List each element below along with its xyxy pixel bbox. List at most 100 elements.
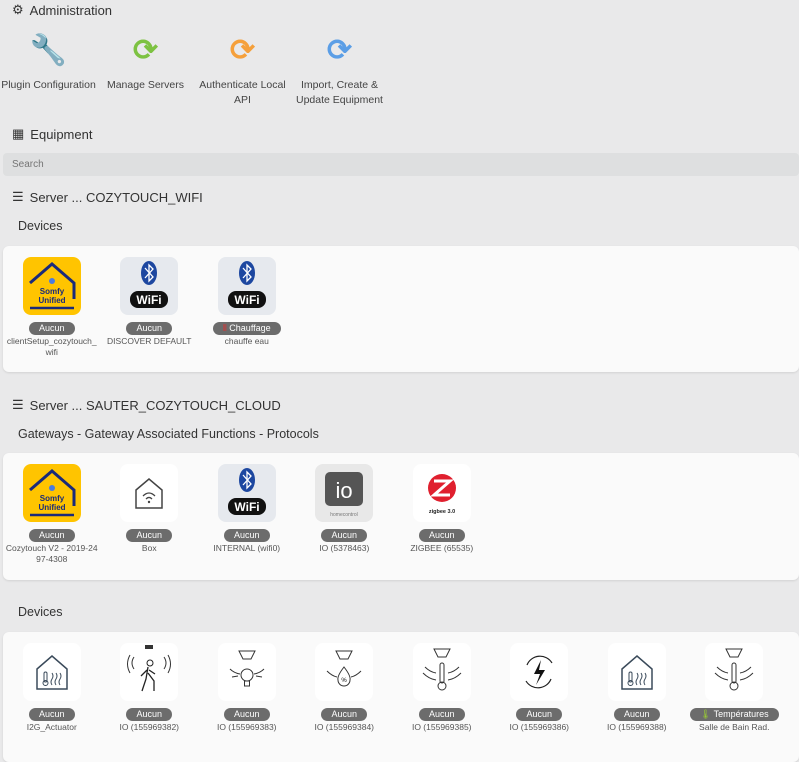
equipment-name: Cozytouch V2 - 2019-2497-4308	[5, 543, 98, 564]
server-icon: ☰	[12, 189, 24, 204]
humidity-sensor-icon: %	[315, 643, 374, 701]
wrench-icon: 🔧	[29, 33, 68, 67]
somfy-icon: Somfy Unified	[22, 464, 81, 522]
svg-text:WiFi: WiFi	[234, 500, 259, 514]
equipment-tile[interactable]: Somfy Unified Aucun clientSetup_cozytouch…	[3, 257, 101, 372]
io-icon: io homecontrol	[315, 464, 374, 522]
device-list: Somfy Unified Aucun clientSetup_cozytouch…	[3, 246, 799, 372]
category-badge: Aucun	[321, 529, 368, 542]
equipment-tile[interactable]: Aucun IO (155969382)	[101, 643, 199, 762]
category-badge: Aucun	[418, 529, 465, 542]
section-title: Gateways - Gateway Associated Functions …	[18, 427, 319, 441]
svg-text:homecontrol: homecontrol	[330, 512, 358, 518]
category-badge: Aucun	[126, 708, 173, 721]
equipment-tile[interactable]: io homecontrol Aucun IO (5378463)	[296, 464, 394, 580]
equipment-tile[interactable]: Aucun I2G_Actuator	[3, 643, 101, 762]
temp-sensor-icon	[705, 643, 764, 701]
equipment-tile[interactable]: WiFi Aucun DISCOVER DEFAULT	[101, 257, 199, 372]
equipment-name: IO (155969388)	[606, 722, 667, 732]
svg-text:Somfy: Somfy	[40, 494, 65, 503]
category-badge: Aucun	[321, 708, 368, 721]
equipment-tile[interactable]: % Aucun IO (155969384)	[296, 643, 394, 762]
import-equipment-button[interactable]: ⟳ Import, Create & Update Equipment	[291, 28, 388, 108]
category-badge: Aucun	[223, 708, 270, 721]
equipment-name: IO (5378463)	[319, 543, 370, 553]
light-sensor-icon	[217, 643, 276, 701]
category-badge: Aucun	[223, 529, 270, 542]
plugin-configuration-button[interactable]: 🔧 Plugin Configuration	[0, 28, 97, 108]
server-header: ☰ Server ... COZYTOUCH_WIFI	[12, 189, 203, 205]
equipment-tile[interactable]: zigbee 3.0 Aucun ZIGBEE (65535)	[393, 464, 491, 580]
section-title: Devices	[18, 605, 63, 619]
sync-icon: ⟳	[229, 33, 256, 67]
svg-text:WiFi: WiFi	[234, 293, 259, 307]
bt-wifi-icon: WiFi	[217, 464, 276, 522]
energy-icon	[510, 643, 569, 701]
search-input[interactable]	[3, 153, 799, 176]
equipment-name: DISCOVER DEFAULT	[107, 336, 192, 346]
equipment-tile[interactable]: WiFi Aucun INTERNAL (wifi0)	[198, 464, 296, 580]
heater-icon: ⦀	[222, 323, 227, 333]
equipment-tile[interactable]: 🌡 Températures Salle de Bain Rad.	[686, 643, 784, 762]
category-badge: Aucun	[126, 322, 173, 335]
server-header: ☰ Server ... SAUTER_COZYTOUCH_CLOUD	[12, 397, 281, 413]
equipment-name: ZIGBEE (65535)	[410, 543, 474, 553]
equipment-tile[interactable]: Aucun Box	[101, 464, 199, 580]
equipment-name: Box	[141, 543, 157, 553]
category-badge: Aucun	[613, 708, 660, 721]
category-badge: Aucun	[126, 529, 173, 542]
category-badge: 🌡 Températures	[689, 708, 779, 721]
bt-wifi-icon: WiFi	[217, 257, 276, 315]
gateway-list: Somfy Unified Aucun Cozytouch V2 - 2019-2…	[3, 453, 799, 580]
equipment-tile[interactable]: Aucun IO (155969385)	[393, 643, 491, 762]
administration-header: ⚙ Administration	[12, 2, 113, 18]
thermometer-icon: 🌡	[699, 709, 712, 719]
svg-text:zigbee 3.0: zigbee 3.0	[429, 509, 455, 515]
section-title: Devices	[18, 219, 63, 233]
svg-text:WiFi: WiFi	[137, 293, 162, 307]
equipment-name: IO (155969386)	[509, 722, 570, 732]
box-icon	[120, 464, 179, 522]
equipment-tile[interactable]: Somfy Unified Aucun Cozytouch V2 - 2019-2…	[3, 464, 101, 580]
category-badge: Aucun	[28, 322, 75, 335]
equipment-tile[interactable]: WiFi ⦀ Chauffage chauffe eau	[198, 257, 296, 372]
authenticate-local-api-button[interactable]: ⟳ Authenticate Local API	[194, 28, 291, 108]
category-badge: Aucun	[418, 708, 465, 721]
equipment-name: IO (155969382)	[119, 722, 180, 732]
equipment-name: clientSetup_cozytouch_wifi	[6, 336, 97, 357]
motion-icon	[120, 643, 179, 701]
svg-text:Unified: Unified	[38, 503, 65, 512]
svg-text:io: io	[336, 478, 353, 503]
house-heat-icon	[607, 643, 666, 701]
equipment-tile[interactable]: Aucun IO (155969386)	[491, 643, 589, 762]
equipment-tile[interactable]: Aucun IO (155969388)	[588, 643, 686, 762]
equipment-name: Salle de Bain Rad.	[699, 722, 770, 732]
server-icon: ☰	[12, 397, 24, 412]
equipment-name: INTERNAL (wifi0)	[213, 543, 281, 553]
equipment-tile[interactable]: Aucun IO (155969383)	[198, 643, 296, 762]
svg-text:Somfy: Somfy	[40, 287, 65, 296]
equipment-header: ▦ Equipment	[12, 126, 93, 142]
category-badge: ⦀ Chauffage	[212, 322, 281, 335]
admin-actions: 🔧 Plugin Configuration ⟳ Manage Servers ⟳ A…	[0, 28, 388, 108]
gear-icon: ⚙	[12, 2, 24, 17]
bt-wifi-icon: WiFi	[120, 257, 179, 315]
sync-icon: ⟳	[132, 33, 159, 67]
sync-icon: ⟳	[326, 33, 353, 67]
house-heat-icon	[22, 643, 81, 701]
somfy-icon: Somfy Unified	[22, 257, 81, 315]
manage-servers-button[interactable]: ⟳ Manage Servers	[97, 28, 194, 108]
equipment-name: chauffe eau	[224, 336, 269, 346]
equipment-name: IO (155969385)	[411, 722, 472, 732]
svg-text:%: %	[342, 678, 348, 684]
category-badge: Aucun	[28, 529, 75, 542]
temp-sensor-icon	[412, 643, 471, 701]
table-icon: ▦	[12, 126, 25, 141]
device-list: Aucun I2G_Actuator Aucun IO (155969382) …	[3, 632, 799, 762]
zigbee-icon: zigbee 3.0	[412, 464, 471, 522]
equipment-name: IO (155969384)	[314, 722, 375, 732]
svg-text:Unified: Unified	[38, 296, 65, 305]
equipment-name: I2G_Actuator	[26, 722, 77, 732]
category-badge: Aucun	[516, 708, 563, 721]
equipment-name: IO (155969383)	[216, 722, 277, 732]
